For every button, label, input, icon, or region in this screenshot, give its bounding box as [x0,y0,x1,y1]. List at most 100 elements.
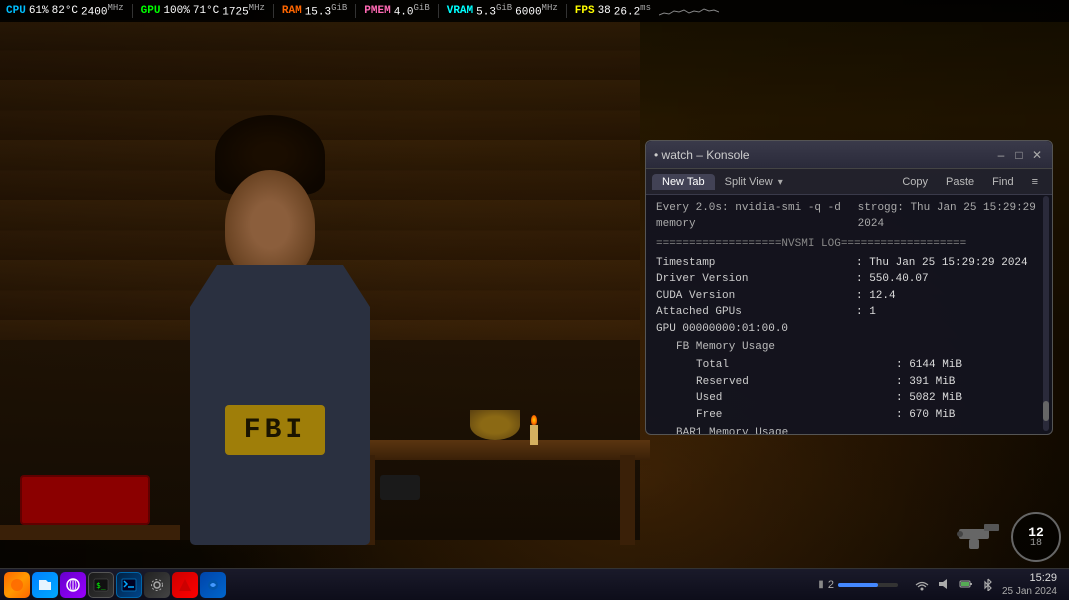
tray-audio-icon[interactable] [936,576,952,592]
terminal-find-button[interactable]: Find [984,174,1021,190]
terminal-scrollbar-thumb[interactable] [1043,401,1049,421]
hud-fps: FPS 38 26.2ms [575,3,651,19]
desktop-bar-fill [838,583,878,587]
cpu-percent: 61% [29,5,49,17]
terminal-attached-val: : 1 [856,304,876,321]
fbi-badge: FBI [225,405,325,455]
cpu-temp: 82°C [52,5,78,17]
weapon-hud-icon [954,521,1004,556]
terminal-title: • watch – Konsole [654,148,750,162]
hud-divider-2 [273,4,274,18]
suitcase [20,475,150,525]
tray-clock: 15:29 25 Jan 2024 [1002,571,1057,598]
taskbar-settings[interactable] [144,572,170,598]
fps-value: 38 [598,5,611,17]
gpu-percent: 100% [163,5,189,17]
hud-pmem: PMEM 4.0GiB [364,3,429,19]
terminal-cuda-key: CUDA Version [656,288,856,305]
hud-divider-5 [566,4,567,18]
terminal-fb-used-row: Used : 5082 MiB [656,390,1042,407]
terminal-watch-cmd: Every 2.0s: nvidia-smi -q -d memory [656,201,858,233]
hud-vram: VRAM 5.3GiB 6000MHz [447,3,558,19]
taskbar-browser[interactable] [60,572,86,598]
terminal-separator: ===================NVSMI LOG============… [656,237,1042,253]
tray-bluetooth-icon[interactable] [980,576,996,592]
taskbar-apps: $_ [4,572,226,598]
terminal-gpu-id: GPU 00000000:01:00.0 [656,321,856,338]
terminal-driver-val: : 550.40.07 [856,271,929,288]
terminal-watch-header: Every 2.0s: nvidia-smi -q -d memory stro… [656,201,1042,233]
pmem-label: PMEM [364,5,390,17]
character: FBI [170,165,390,545]
terminal-content: Every 2.0s: nvidia-smi -q -d memory stro… [646,195,1052,434]
svg-text:$_: $_ [96,581,106,590]
ammo-total: 18 [1030,539,1042,549]
cpu-label: CPU [6,5,26,17]
terminal-scrollbar[interactable] [1043,196,1049,431]
tray-battery-icon[interactable] [958,576,974,592]
weapon-in-hand [380,475,420,500]
terminal-fb-reserved-key: Reserved [696,374,896,391]
gpu-temp: 71°C [193,5,219,17]
vram-label: VRAM [447,5,473,17]
hud-divider-3 [355,4,356,18]
terminal-titlebar: • watch – Konsole – □ ✕ [646,141,1052,169]
hud-divider-4 [438,4,439,18]
terminal-fb-free-key: Free [696,407,896,424]
terminal-driver-key: Driver Version [656,271,856,288]
terminal-copy-button[interactable]: Copy [894,174,936,190]
terminal-timestamp-row: Timestamp : Thu Jan 25 15:29:29 2024 [656,255,1042,272]
hud-divider-1 [132,4,133,18]
ammo-current: 12 [1028,526,1044,539]
tray-date: 25 Jan 2024 [1002,585,1057,598]
tray-network-icon[interactable] [914,576,930,592]
terminal-fb-total-val: : 6144 MiB [896,357,962,374]
terminal-maximize-button[interactable]: □ [1012,148,1026,162]
terminal-fb-free-row: Free : 670 MiB [656,407,1042,424]
gpu-label: GPU [141,5,161,17]
terminal-timestamp-val: : Thu Jan 25 15:29:29 2024 [856,255,1028,272]
bench [0,525,180,540]
terminal-split-view[interactable]: Split View ▾ [717,174,793,190]
terminal-cuda-row: CUDA Version : 12.4 [656,288,1042,305]
taskbar-files[interactable] [32,572,58,598]
vram-value: 5.3GiB [476,3,512,19]
terminal-new-tab[interactable]: New Tab [652,174,715,190]
terminal-fb-reserved-row: Reserved : 391 MiB [656,374,1042,391]
terminal-bar1-section: BAR1 Memory Usage [656,426,1042,434]
taskbar-agent[interactable] [172,572,198,598]
desktop-bar [838,583,898,587]
terminal-close-button[interactable]: ✕ [1030,148,1044,162]
terminal-menu-button[interactable]: ≡ [1024,174,1046,190]
hud-top-bar: CPU 61% 82°C 2400MHz GPU 100% 71°C 1725M… [0,0,1069,22]
taskbar-firefox[interactable] [4,572,30,598]
terminal-attached-key: Attached GPUs [656,304,856,321]
terminal-fb-used-val: : 5082 MiB [896,390,962,407]
terminal-watch-host: strogg: Thu Jan 25 15:29:29 2024 [858,201,1042,233]
terminal-paste-button[interactable]: Paste [938,174,982,190]
system-tray: 15:29 25 Jan 2024 [906,571,1065,598]
taskbar-konsole[interactable] [116,572,142,598]
ram-label: RAM [282,5,302,17]
ammo-hud: 12 18 [1011,512,1061,562]
terminal-driver-row: Driver Version : 550.40.07 [656,271,1042,288]
cpu-freq: 2400MHz [81,3,124,19]
fps-ms: 26.2ms [614,3,651,19]
desktop-num-label: 2 [828,579,834,591]
bowl [470,410,520,440]
terminal-gpu-id-row: GPU 00000000:01:00.0 [656,321,1042,338]
taskbar-plasma[interactable] [200,572,226,598]
candle [530,425,538,445]
tray-time: 15:29 [1002,571,1057,585]
taskbar-terminal[interactable]: $_ [88,572,114,598]
candle-flame [531,415,537,425]
terminal-toolbar: New Tab Split View ▾ Copy Paste Find ≡ [646,169,1052,195]
terminal-timestamp-key: Timestamp [656,255,856,272]
terminal-attached-row: Attached GPUs : 1 [656,304,1042,321]
shelf [350,440,650,460]
character-head [225,170,315,280]
terminal-cuda-val: : 12.4 [856,288,896,305]
terminal-minimize-button[interactable]: – [994,148,1008,162]
pistol-icon [954,521,1004,551]
ram-value: 15.3GiB [305,3,348,19]
